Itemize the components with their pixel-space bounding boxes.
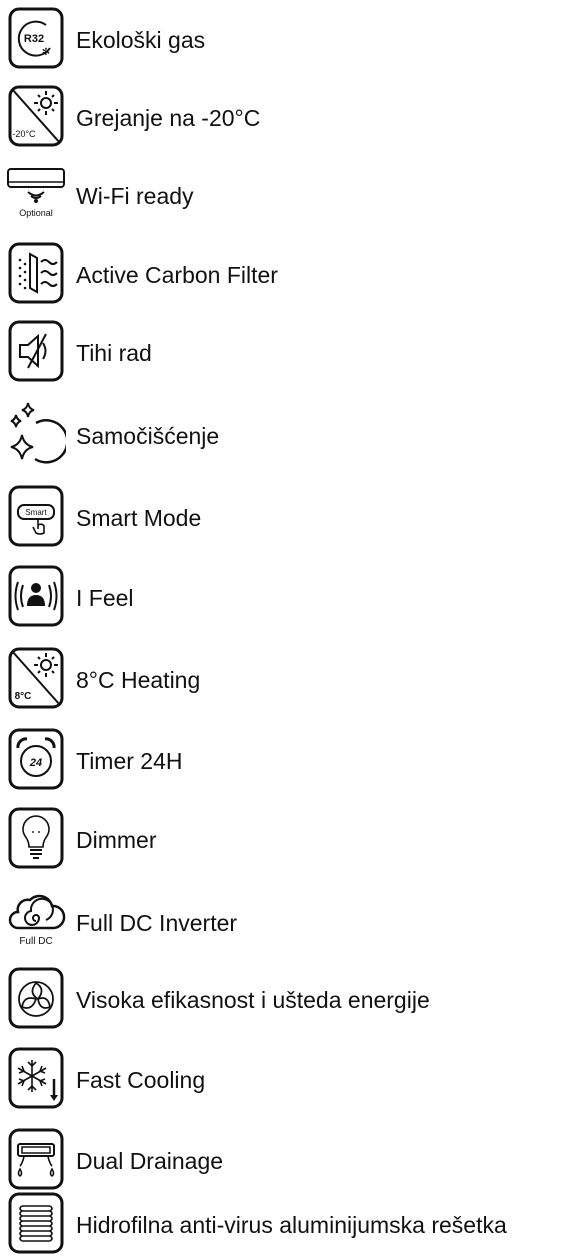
feature-item: Dual Drainage <box>0 1126 583 1196</box>
feature-item: Optional Wi-Fi ready <box>0 161 583 231</box>
feature-item: Active Carbon Filter <box>0 240 583 310</box>
feature-label: Visoka efikasnost i ušteda energije <box>76 987 430 1013</box>
smart-button-icon: Smart <box>6 483 66 549</box>
r32-refrigerant-icon: R32 ✻ <box>6 5 66 71</box>
feature-label: 8°C Heating <box>76 667 201 693</box>
feature-item: Visoka efikasnost i ušteda energije <box>0 965 583 1035</box>
full-dc-icon-text: Full DC <box>19 936 52 947</box>
feature-item: R32 ✻ Ekološki gas <box>0 5 583 75</box>
carbon-filter-icon <box>6 240 66 306</box>
feature-label: Active Carbon Filter <box>76 262 278 288</box>
feature-label: Fast Cooling <box>76 1067 206 1093</box>
svg-text:✻: ✻ <box>42 47 50 58</box>
light-bulb-icon <box>6 805 66 871</box>
self-clean-sparkle-icon <box>6 401 66 467</box>
timer-icon-text: 24 <box>29 757 42 769</box>
feature-label: Hidrofilna anti-virus aluminijumska reše… <box>76 1212 507 1238</box>
wifi-indoor-unit-icon: Optional <box>6 161 66 227</box>
full-dc-cloud-icon: Full DC <box>6 888 66 954</box>
heating-minus-20-icon: -20°C <box>6 83 66 149</box>
i-feel-person-icon <box>6 563 66 629</box>
feature-label: Dimmer <box>76 827 157 853</box>
heating-8c-icon-text: 8°C <box>15 691 32 702</box>
alarm-clock-icon: 24 <box>6 726 66 792</box>
eco-leaves-icon <box>6 965 66 1031</box>
smart-icon-text: Smart <box>25 508 47 517</box>
feature-item: 24 Timer 24H <box>0 726 583 796</box>
feature-item: I Feel <box>0 563 583 633</box>
snowflake-down-icon <box>6 1045 66 1111</box>
dual-drainage-icon <box>6 1126 66 1192</box>
feature-list: R32 ✻ Ekološki gas -20°C Grejanje na -20… <box>0 0 583 1260</box>
feature-item: Dimmer <box>0 805 583 875</box>
feature-item: Tihi rad <box>0 318 583 388</box>
feature-item: -20°C Grejanje na -20°C <box>0 83 583 153</box>
feature-label: I Feel <box>76 585 134 611</box>
feature-item: Full DC Full DC Inverter <box>0 888 583 958</box>
feature-label: Tihi rad <box>76 340 152 366</box>
feature-label: Wi-Fi ready <box>76 183 194 209</box>
feature-label: Smart Mode <box>76 505 202 531</box>
feature-item: Fast Cooling <box>0 1045 583 1115</box>
feature-item: Smart Smart Mode <box>0 483 583 553</box>
mute-speaker-icon <box>6 318 66 384</box>
heating-icon-text: -20°C <box>12 129 36 139</box>
heating-8c-icon: 8°C <box>6 645 66 711</box>
feature-item: 8°C 8°C Heating <box>0 645 583 715</box>
feature-item: Samočišćenje <box>0 401 583 471</box>
feature-label: Dual Drainage <box>76 1148 224 1174</box>
aluminium-fins-icon <box>6 1190 66 1256</box>
feature-item: Hidrofilna anti-virus aluminijumska reše… <box>0 1190 583 1260</box>
feature-label: Full DC Inverter <box>76 910 238 936</box>
r32-icon-text: R32 <box>24 33 44 45</box>
feature-label: Samočišćenje <box>76 423 220 449</box>
feature-label: Timer 24H <box>76 748 183 774</box>
feature-label: Grejanje na -20°C <box>76 105 261 131</box>
wifi-icon-text: Optional <box>19 208 53 218</box>
feature-label: Ekološki gas <box>76 27 206 53</box>
